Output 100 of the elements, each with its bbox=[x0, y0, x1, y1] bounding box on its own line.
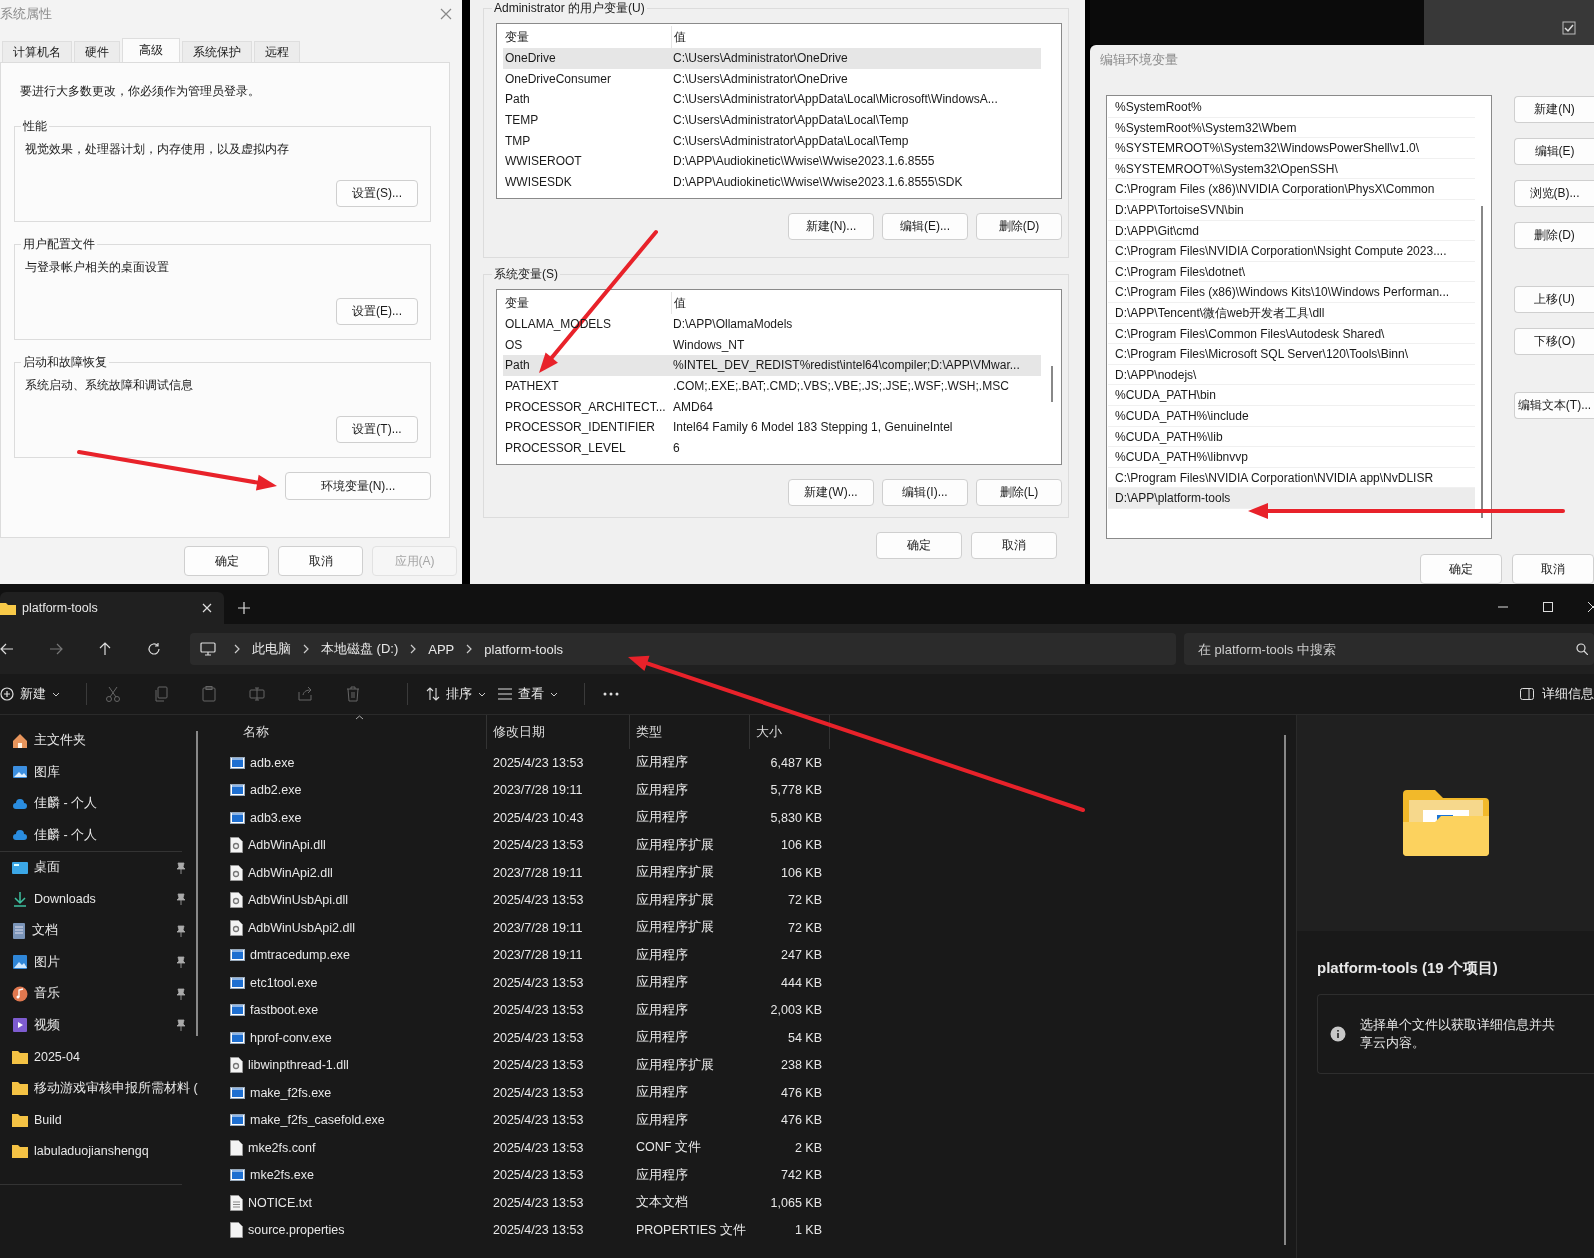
sidebar-item[interactable]: 文档 bbox=[0, 915, 206, 947]
tab[interactable]: platform-tools bbox=[0, 592, 224, 624]
file-row[interactable]: hprof-conv.exe 2025/4/23 13:53 应用程序 54 KB bbox=[217, 1024, 1296, 1052]
tab[interactable]: 高级 bbox=[122, 38, 180, 62]
dialog-button[interactable]: 确定 bbox=[876, 532, 962, 559]
list-button[interactable]: 编辑(I)... bbox=[882, 479, 968, 506]
search-icon[interactable] bbox=[1576, 643, 1588, 655]
tab[interactable]: 系统保护 bbox=[182, 41, 252, 62]
list-button[interactable]: 删除(L) bbox=[976, 479, 1062, 506]
pin-icon[interactable] bbox=[176, 956, 186, 969]
pin-icon[interactable] bbox=[176, 1019, 186, 1032]
column-header[interactable]: 修改日期 bbox=[487, 715, 630, 749]
variable-row[interactable]: Path %INTEL_DEV_REDIST%redist\intel64\compiler;D:\APP\VMwar... bbox=[503, 355, 1041, 376]
file-row[interactable]: fastboot.exe 2025/4/23 13:53 应用程序 2,003 KB bbox=[217, 996, 1296, 1024]
file-row[interactable]: mke2fs.exe 2025/4/23 13:53 应用程序 742 KB bbox=[217, 1161, 1296, 1189]
path-entry[interactable]: %SystemRoot% bbox=[1108, 97, 1475, 118]
settings-button[interactable]: 设置(E)... bbox=[336, 298, 418, 325]
tab[interactable]: 计算机名 bbox=[2, 41, 72, 62]
pin-icon[interactable] bbox=[176, 893, 186, 906]
sidebar-item[interactable]: labuladuojianshengq bbox=[0, 1135, 206, 1167]
column-header[interactable]: 值 bbox=[672, 28, 686, 46]
path-entry[interactable]: C:\Program Files (x86)\NVIDIA Corporation\PhysX\Common bbox=[1108, 179, 1475, 200]
path-entry[interactable]: %CUDA_PATH\bin bbox=[1108, 385, 1475, 406]
column-header[interactable]: 变量 bbox=[503, 292, 672, 314]
side-button[interactable]: 编辑文本(T)... bbox=[1514, 392, 1594, 419]
chevron-icon[interactable] bbox=[410, 644, 417, 654]
sidebar-item[interactable]: 移动游戏审核申报所需材料 ( bbox=[0, 1072, 206, 1104]
computer-icon[interactable] bbox=[200, 642, 216, 656]
dialog-button[interactable]: 取消 bbox=[971, 532, 1057, 559]
tab[interactable]: 硬件 bbox=[74, 41, 120, 62]
list-button[interactable]: 删除(D) bbox=[976, 213, 1062, 240]
delete-icon[interactable] bbox=[345, 686, 361, 702]
new-button[interactable]: 新建 bbox=[0, 685, 72, 703]
new-tab-icon[interactable] bbox=[238, 602, 250, 614]
path-entry[interactable]: C:\Program Files\Microsoft SQL Server\120\Tools\Binn\ bbox=[1108, 344, 1475, 365]
search-field[interactable]: 在 platform-tools 中搜索 bbox=[1184, 633, 1594, 665]
tab[interactable]: 远程 bbox=[254, 41, 300, 62]
breadcrumb[interactable]: APP bbox=[428, 641, 455, 657]
maximize-icon[interactable] bbox=[1543, 602, 1553, 612]
details-button[interactable]: 详细信息 bbox=[1520, 685, 1594, 703]
file-row[interactable]: AdbWinUsbApi2.dll 2023/7/28 19:11 应用程序扩展 72 KB bbox=[217, 914, 1296, 942]
side-button[interactable]: 编辑(E) bbox=[1514, 138, 1594, 165]
scrollbar[interactable] bbox=[196, 731, 198, 1036]
path-entry[interactable]: %CUDA_PATH%\libnvvp bbox=[1108, 447, 1475, 468]
sidebar-item[interactable]: 视频 bbox=[0, 1009, 206, 1041]
dialog-button[interactable]: 确定 bbox=[1420, 554, 1502, 584]
breadcrumb[interactable]: platform-tools bbox=[484, 641, 564, 657]
file-row[interactable]: etc1tool.exe 2025/4/23 13:53 应用程序 444 KB bbox=[217, 969, 1296, 997]
file-row[interactable]: adb2.exe 2023/7/28 19:11 应用程序 5,778 KB bbox=[217, 776, 1296, 804]
pin-icon[interactable] bbox=[176, 861, 186, 874]
path-entry[interactable]: D:\APP\nodejs\ bbox=[1108, 364, 1475, 386]
pin-icon[interactable] bbox=[176, 987, 186, 1000]
side-button[interactable]: 下移(O) bbox=[1514, 328, 1594, 355]
variable-row[interactable]: TEMP C:\Users\Administrator\AppData\Local\Temp bbox=[503, 109, 1041, 131]
variable-row[interactable]: Path C:\Users\Administrator\AppData\Local\Microsoft\WindowsA... bbox=[503, 89, 1041, 110]
side-button[interactable]: 浏览(B)... bbox=[1514, 180, 1594, 207]
file-row[interactable]: AdbWinApi2.dll 2023/7/28 19:11 应用程序扩展 106 KB bbox=[217, 859, 1296, 887]
sidebar-item[interactable]: 佳麟 - 个人 bbox=[0, 788, 206, 820]
side-button[interactable]: 上移(U) bbox=[1514, 286, 1594, 313]
file-row[interactable]: mke2fs.conf 2025/4/23 13:53 CONF 文件 2 KB bbox=[217, 1134, 1296, 1162]
path-entry[interactable]: C:\Program Files\NVIDIA Corporation\Nsight Compute 2023.... bbox=[1108, 241, 1475, 262]
path-entry[interactable]: C:\Program Files (x86)\Windows Kits\10\Windows Performan... bbox=[1108, 282, 1475, 303]
sidebar-item[interactable]: 2025-04 bbox=[0, 1041, 206, 1073]
scissors-icon[interactable] bbox=[105, 686, 121, 702]
up-icon[interactable] bbox=[98, 642, 112, 656]
settings-button[interactable]: 设置(T)... bbox=[336, 416, 418, 443]
variable-row[interactable]: WWISESDK D:\APP\Audiokinetic\Wwise\Wwise2023.1.6.8555\SDK bbox=[503, 171, 1041, 193]
variable-row[interactable]: WWISEROOT D:\APP\Audiokinetic\Wwise\Wwise2023.1.6.8555 bbox=[503, 150, 1041, 172]
path-entry[interactable]: D:\APP\Tencent\微信web开发者工具\dll bbox=[1108, 302, 1475, 324]
path-entry[interactable]: C:\Program Files\Common Files\Autodesk Shared\ bbox=[1108, 323, 1475, 345]
sidebar-item[interactable]: 图库 bbox=[0, 756, 206, 788]
sidebar-item[interactable]: 主文件夹 bbox=[0, 725, 206, 757]
sidebar-item[interactable]: Downloads bbox=[0, 883, 206, 915]
path-entry[interactable]: %SYSTEMROOT%\System32\OpenSSH\ bbox=[1108, 158, 1475, 180]
sidebar-item[interactable]: 图片 bbox=[0, 946, 206, 978]
breadcrumb[interactable]: 本地磁盘 (D:) bbox=[321, 640, 399, 658]
paste-icon[interactable] bbox=[201, 686, 217, 702]
variable-row[interactable]: OS Windows_NT bbox=[503, 334, 1041, 356]
sidebar-item[interactable]: 佳麟 - 个人 bbox=[0, 819, 206, 851]
back-icon[interactable] bbox=[0, 642, 14, 656]
scrollbar[interactable] bbox=[1284, 735, 1286, 1245]
breadcrumb[interactable]: 此电脑 bbox=[252, 640, 291, 658]
file-row[interactable]: adb3.exe 2025/4/23 10:43 应用程序 5,830 KB bbox=[217, 804, 1296, 832]
sort-button[interactable]: 排序 bbox=[426, 685, 498, 703]
scrollbar[interactable] bbox=[1481, 206, 1483, 518]
list-button[interactable]: 新建(W)... bbox=[788, 479, 874, 506]
forward-icon[interactable] bbox=[49, 642, 63, 656]
file-row[interactable]: dmtracedump.exe 2023/7/28 19:11 应用程序 247 KB bbox=[217, 941, 1296, 969]
pin-icon[interactable] bbox=[176, 924, 186, 937]
list-button[interactable]: 编辑(E)... bbox=[882, 213, 968, 240]
file-row[interactable]: AdbWinApi.dll 2025/4/23 13:53 应用程序扩展 106 KB bbox=[217, 831, 1296, 859]
variable-row[interactable]: OneDriveConsumer C:\Users\Administrator\OneDrive bbox=[503, 68, 1041, 90]
dialog-button[interactable]: 取消 bbox=[278, 546, 363, 576]
path-entry[interactable]: %CUDA_PATH%\include bbox=[1108, 405, 1475, 427]
side-button[interactable]: 新建(N) bbox=[1514, 96, 1594, 123]
scrollbar[interactable] bbox=[1051, 366, 1053, 402]
side-button[interactable]: 删除(D) bbox=[1514, 222, 1594, 249]
dialog-button[interactable]: 取消 bbox=[1512, 554, 1594, 584]
chevron-icon[interactable] bbox=[234, 644, 240, 654]
refresh-icon[interactable] bbox=[147, 642, 161, 656]
